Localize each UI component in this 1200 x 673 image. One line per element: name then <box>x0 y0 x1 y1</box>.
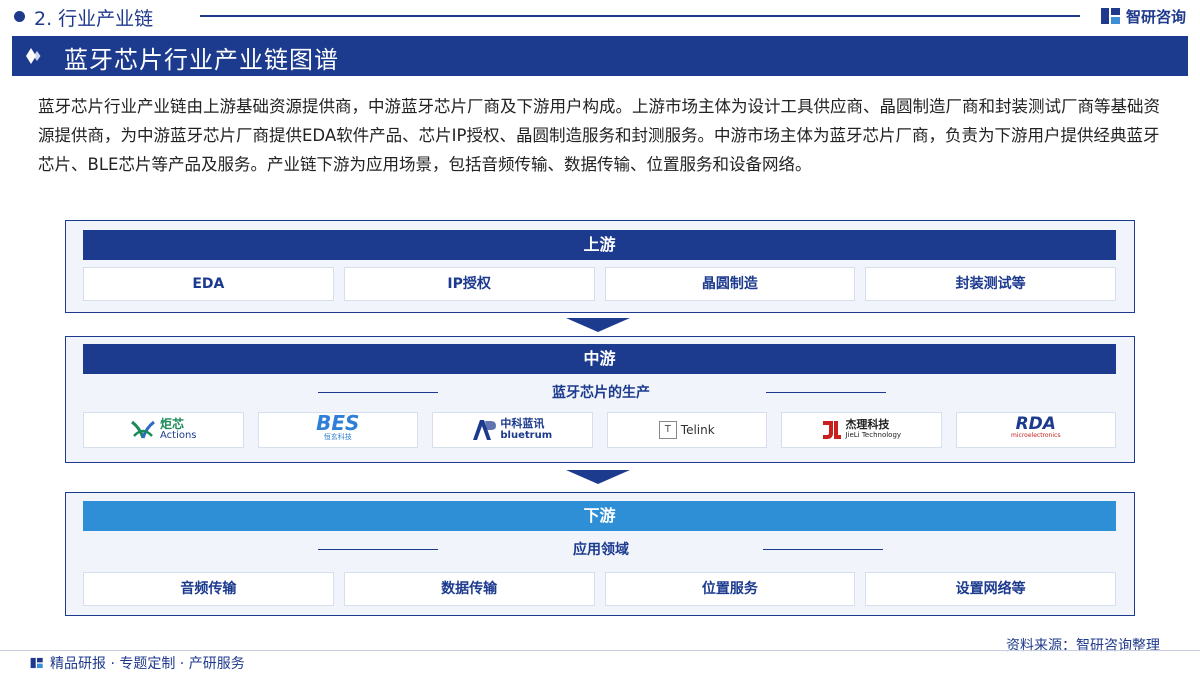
downstream-panel: 下游 应用领域 音频传输 数据传输 位置服务 设置网络等 <box>65 492 1135 616</box>
upstream-items: EDA IP授权 晶圆制造 封装测试等 <box>83 267 1116 301</box>
logo-subtext: microelectronics <box>1011 432 1061 439</box>
bluetrum-logo: 中科蓝讯 bluetrum <box>432 412 593 448</box>
down-arrow-icon <box>566 470 630 484</box>
downstream-item: 数据传输 <box>343 572 595 606</box>
down-arrow-icon <box>566 318 630 332</box>
downstream-item: 位置服务 <box>604 572 856 606</box>
logo-subtext: 恒玄科技 <box>323 433 352 441</box>
upstream-item: 晶圆制造 <box>604 267 856 301</box>
upstream-panel: 上游 EDA IP授权 晶圆制造 封装测试等 <box>65 220 1135 313</box>
midstream-panel: 中游 蓝牙芯片的生产 炬芯 Actions BES 恒玄科技 中科蓝讯 blue… <box>65 336 1135 463</box>
jieli-logo: 杰理科技 JieLi Technology <box>781 412 942 448</box>
logo-text: BES <box>316 411 360 435</box>
upstream-item: EDA <box>83 267 334 301</box>
intro-paragraph: 蓝牙芯片行业产业链由上游基础资源提供商，中游蓝牙芯片厂商及下游用户构成。上游市场… <box>38 97 1160 174</box>
bes-logo: BES 恒玄科技 <box>257 411 418 448</box>
midstream-band: 中游 <box>83 344 1116 374</box>
upstream-band: 上游 <box>83 230 1116 260</box>
actions-logo: 炬芯 Actions <box>83 412 244 448</box>
header-rule <box>200 15 1080 17</box>
footer-slogan: 精品研报 · 专题定制 · 产研服务 <box>30 653 245 673</box>
logo-text: RDA <box>1015 414 1056 434</box>
jieli-mark-icon <box>823 421 842 439</box>
brand-logo-icon <box>1100 8 1120 24</box>
downstream-band: 下游 <box>83 501 1116 531</box>
source-note: 资料来源：智研咨询整理 <box>1006 638 1160 654</box>
brand-name: 智研咨询 <box>1125 7 1186 26</box>
brand-logo-icon <box>30 657 43 669</box>
midstream-subtitle: 蓝牙芯片的生产 <box>552 385 650 401</box>
divider <box>763 549 883 550</box>
upstream-item: 封装测试等 <box>865 267 1116 301</box>
slogan-text: 精品研报 · 专题定制 · 产研服务 <box>50 656 245 672</box>
divider <box>766 392 886 393</box>
downstream-item: 音频传输 <box>83 572 334 606</box>
diamond-icon <box>26 48 41 64</box>
top-header: 2. 行业产业链 智研咨询 <box>0 0 1200 32</box>
brand: 智研咨询 <box>1100 5 1186 27</box>
section-title: 2. 行业产业链 <box>34 8 154 30</box>
bullet-icon <box>14 11 25 22</box>
rda-logo: RDA microelectronics <box>955 412 1116 448</box>
company-logos: 炬芯 Actions BES 恒玄科技 中科蓝讯 bluetrum T Teli… <box>83 412 1116 448</box>
bluetrum-mark-icon <box>473 420 497 440</box>
logo-subtext: bluetrum <box>500 430 553 441</box>
downstream-subtitle: 应用领域 <box>573 542 629 558</box>
logo-text: 炬芯 <box>159 417 184 431</box>
footer-rule <box>0 650 1200 651</box>
downstream-items: 音频传输 数据传输 位置服务 设置网络等 <box>83 572 1116 606</box>
midstream-subheading: 蓝牙芯片的生产 <box>66 382 1136 402</box>
actions-mark-icon <box>131 420 155 439</box>
logo-subtext: JieLi Technology <box>845 431 902 439</box>
logo-text: Telink <box>680 423 715 437</box>
telink-logo: T Telink <box>606 412 767 448</box>
page-title: 蓝牙芯片行业产业链图谱 <box>64 46 339 74</box>
downstream-item: 设置网络等 <box>865 572 1116 606</box>
downstream-subheading: 应用领域 <box>66 539 1136 559</box>
logo-subtext: Actions <box>159 430 197 441</box>
title-bar: 蓝牙芯片行业产业链图谱 <box>12 36 1188 76</box>
telink-mark-icon: T <box>658 421 677 439</box>
upstream-item: IP授权 <box>343 267 595 301</box>
logo-text: 杰理科技 <box>845 418 890 431</box>
logo-text: 中科蓝讯 <box>500 417 545 430</box>
